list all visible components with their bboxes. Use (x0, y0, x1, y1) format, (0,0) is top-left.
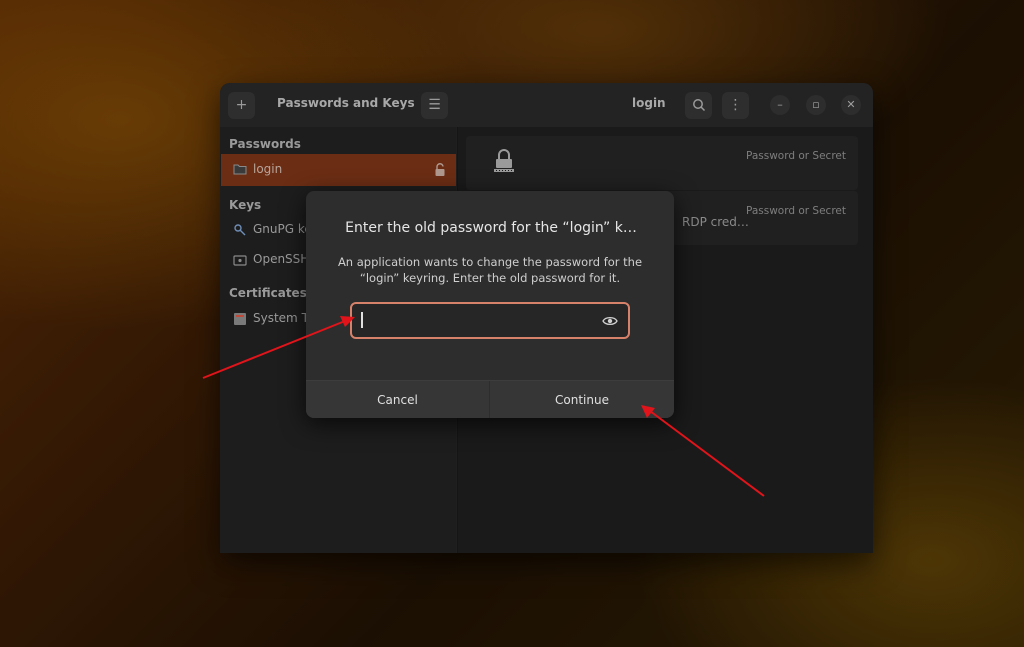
arrow-to-continue-button (641, 405, 765, 497)
annotation-arrows (202, 316, 765, 497)
arrow-to-password-field (202, 316, 355, 379)
